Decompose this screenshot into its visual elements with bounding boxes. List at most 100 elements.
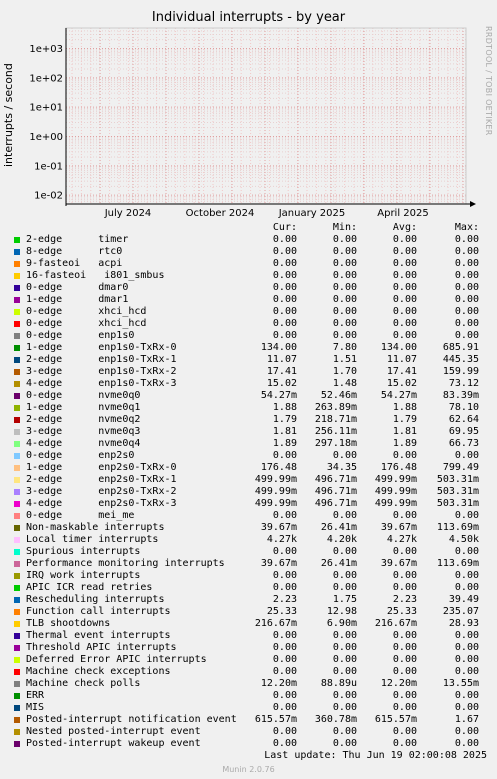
- legend-label: 2-edge enp1s0-TxRx-1: [26, 354, 177, 365]
- header-cur: Cur:: [272, 222, 297, 233]
- legend-avg-value: 0.00: [392, 726, 417, 737]
- legend-label: 0-edge nvme0q0: [26, 390, 141, 401]
- legend-cur-value: 0.00: [272, 570, 297, 581]
- legend-row: 1-edge enp1s0-TxRx-0 134.00 7.80 134.00 685.…: [0, 342, 497, 354]
- legend-label: Rescheduling interrupts: [26, 594, 165, 605]
- legend-row: Nested posted-interrupt event 0.00 0.00 0.0…: [0, 726, 497, 738]
- legend-max-value: 159.99: [442, 366, 479, 377]
- legend-swatch: [14, 561, 20, 567]
- legend-cur-value: 0.00: [272, 234, 297, 245]
- header-avg: Avg:: [392, 222, 417, 233]
- legend-swatch: [14, 489, 20, 495]
- legend-label: TLB shootdowns: [26, 618, 111, 629]
- legend-row: 0-edge enp2s0 0.00 0.00 0.00 0.00: [0, 450, 497, 462]
- legend-swatch: [14, 237, 20, 243]
- legend-min-value: 0.00: [332, 282, 357, 293]
- legend-swatch: [14, 429, 20, 435]
- legend-row: Function call interrupts 25.33 12.98 25.33 2…: [0, 606, 497, 618]
- legend-min-value: 0.00: [332, 690, 357, 701]
- legend-min-value: 0.00: [332, 702, 357, 713]
- x-tick-label: April 2025: [377, 208, 428, 219]
- legend-label: 1-edge enp1s0-TxRx-0: [26, 342, 177, 353]
- legend-max-value: 0.00: [454, 270, 479, 281]
- legend-min-value: 4.20k: [326, 534, 357, 545]
- legend-max-value: 0.00: [454, 246, 479, 257]
- legend-cur-value: 499.99m: [254, 498, 297, 509]
- minor-grid: [66, 27, 466, 205]
- legend-cur-value: 0.00: [272, 258, 297, 269]
- y-tick-label: 1e+01: [29, 103, 63, 114]
- legend-swatch: [14, 261, 20, 267]
- legend-label: ERR: [26, 690, 45, 701]
- legend-max-value: 799.49: [442, 462, 479, 473]
- legend-max-value: 0.00: [454, 582, 479, 593]
- legend-cur-value: 0.00: [272, 330, 297, 341]
- legend-row: 0-edge dmar0 0.00 0.00 0.00 0.00: [0, 282, 497, 294]
- legend-min-value: 0.00: [332, 318, 357, 329]
- legend-row: 1-edge dmar1 0.00 0.00 0.00 0.00: [0, 294, 497, 306]
- legend-swatch: [14, 645, 20, 651]
- legend-min-value: 256.11m: [314, 426, 357, 437]
- legend-max-value: 685.91: [442, 342, 479, 353]
- legend-avg-value: 0.00: [392, 282, 417, 293]
- legend-swatch: [14, 345, 20, 351]
- legend-cur-value: 0.00: [272, 654, 297, 665]
- legend-row: Non-maskable interrupts 39.67m 26.41m 39.67…: [0, 522, 497, 534]
- legend-swatch: [14, 321, 20, 327]
- legend-max-value: 62.64: [448, 414, 479, 425]
- legend-avg-value: 0.00: [392, 318, 417, 329]
- legend-min-value: 496.71m: [314, 474, 357, 485]
- legend-min-value: 0.00: [332, 294, 357, 305]
- legend-max-value: 83.39m: [442, 390, 479, 401]
- legend-min-value: 0.00: [332, 666, 357, 677]
- legend-min-value: 52.46m: [320, 390, 357, 401]
- legend-swatch: [14, 501, 20, 507]
- legend-avg-value: 0.00: [392, 702, 417, 713]
- legend-avg-value: 39.67m: [380, 522, 417, 533]
- legend-cur-value: 0.00: [272, 270, 297, 281]
- chart-area: 1e-02 1e-01 1e+00 1e+01 1e+02 1e+03 July 2024…: [29, 27, 476, 219]
- legend-row: 4-edge enp1s0-TxRx-3 15.02 1.48 15.02 73.12: [0, 378, 497, 390]
- legend-row: Posted-interrupt notification event 615.5…: [0, 714, 497, 726]
- legend-row: TLB shootdowns 216.67m 6.90m 216.67m 28.93: [0, 618, 497, 630]
- legend-min-value: 0.00: [332, 258, 357, 269]
- legend-min-value: 1.51: [332, 354, 357, 365]
- legend-label: Posted-interrupt wakeup event: [26, 738, 201, 749]
- legend-label: 4-edge enp2s0-TxRx-3: [26, 498, 177, 509]
- legend-cur-value: 0.00: [272, 450, 297, 461]
- legend-max-value: 0.00: [454, 330, 479, 341]
- legend-swatch: [14, 729, 20, 735]
- legend-avg-value: 0.00: [392, 270, 417, 281]
- legend-row: 9-fasteoi acpi 0.00 0.00 0.00 0.00: [0, 258, 497, 270]
- legend-max-value: 113.69m: [436, 522, 479, 533]
- legend-swatch: [14, 669, 20, 675]
- legend-min-value: 88.89u: [320, 678, 357, 689]
- legend-swatch: [14, 357, 20, 363]
- legend-swatch: [14, 381, 20, 387]
- legend-label: 1-edge enp2s0-TxRx-0: [26, 462, 177, 473]
- y-tick-label: 1e+03: [29, 44, 63, 55]
- legend-swatch: [14, 249, 20, 255]
- legend-min-value: 0.00: [332, 510, 357, 521]
- legend-avg-value: 216.67m: [374, 618, 417, 629]
- legend-avg-value: 11.07: [386, 354, 417, 365]
- legend-max-value: 1.67: [454, 714, 479, 725]
- legend-swatch: [14, 333, 20, 339]
- legend-cur-value: 0.00: [272, 246, 297, 257]
- legend-min-value: 496.71m: [314, 486, 357, 497]
- legend-row: MIS 0.00 0.00 0.00 0.00: [0, 702, 497, 714]
- legend-max-value: 113.69m: [436, 558, 479, 569]
- legend-row: 0-edge mei_me 0.00 0.00 0.00 0.00: [0, 510, 497, 522]
- legend-avg-value: 134.00: [380, 342, 417, 353]
- legend-avg-value: 15.02: [386, 378, 417, 389]
- header-min: Min:: [332, 222, 357, 233]
- legend-min-value: 0.00: [332, 450, 357, 461]
- legend-min-value: 218.71m: [314, 414, 357, 425]
- legend-min-value: 7.80: [332, 342, 357, 353]
- legend-label: Nested posted-interrupt event: [26, 726, 201, 737]
- legend-min-value: 496.71m: [314, 498, 357, 509]
- legend-avg-value: 0.00: [392, 690, 417, 701]
- legend-swatch: [14, 309, 20, 315]
- y-tick-label: 1e-01: [34, 161, 63, 172]
- legend-label: 0-edge dmar0: [26, 282, 129, 293]
